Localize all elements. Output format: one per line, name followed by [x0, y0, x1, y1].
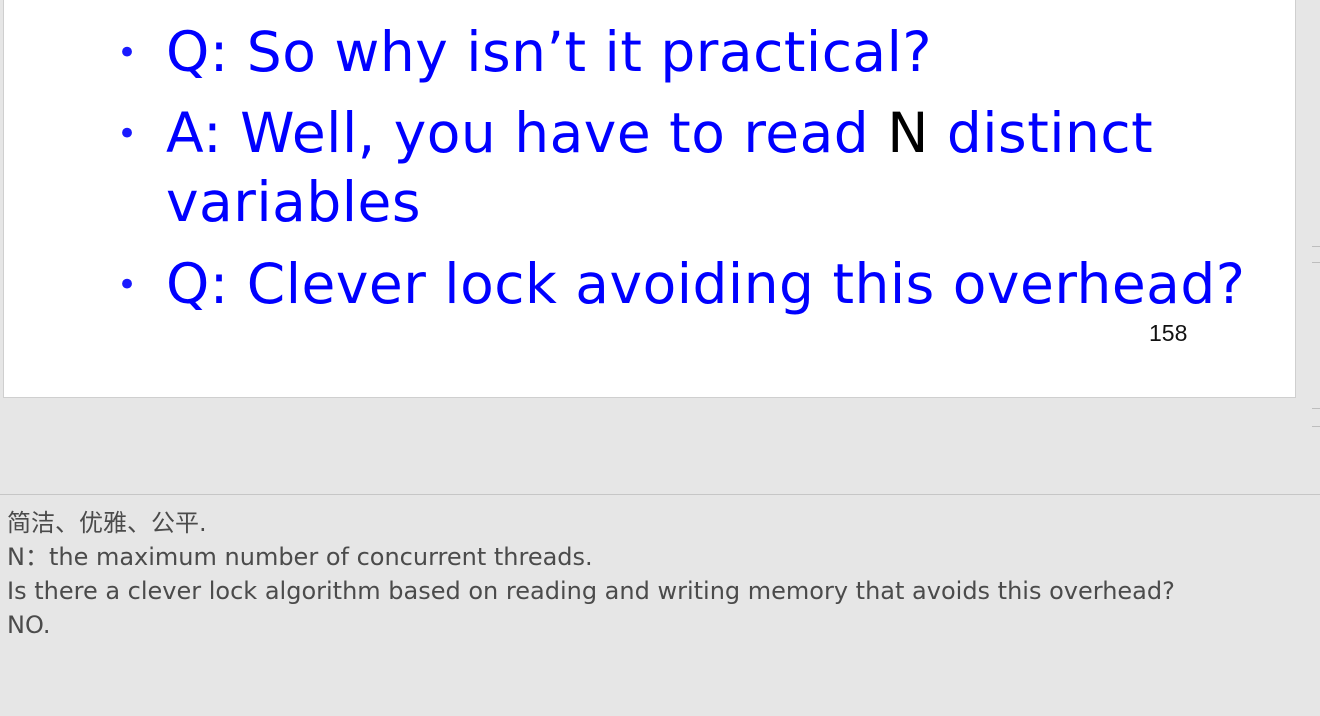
bullet-2-text: A: Well, you have to read N distinct [166, 99, 1153, 167]
bullet-3-text: Q: Clever lock avoiding this overhead? [166, 252, 1246, 316]
scroll-marker [1312, 426, 1320, 427]
bullet-2-suffix: distinct [928, 101, 1154, 165]
scroll-marker [1312, 262, 1320, 263]
notes-line: 简洁、优雅、公平. [7, 509, 207, 537]
notes-pane-splitter[interactable] [0, 494, 1320, 495]
bullet-dot: • [117, 33, 138, 73]
notes-line: NO. [7, 611, 51, 639]
vertical-scrollbar[interactable] [1312, 0, 1320, 460]
bullet-dot: • [117, 265, 138, 305]
notes-line: N：the maximum number of concurrent threa… [7, 543, 593, 571]
speaker-notes-pane[interactable]: 简洁、优雅、公平. N：the maximum number of concur… [7, 506, 1307, 642]
bullet-2-continuation: variables [166, 170, 422, 234]
variable-n: N [887, 101, 929, 165]
slide-canvas[interactable]: • Q: So why isn’t it practical? • A: Wel… [3, 0, 1296, 398]
bullet-2-prefix: A: Well, you have to read [166, 101, 888, 165]
scroll-marker [1312, 408, 1320, 409]
notes-line: Is there a clever lock algorithm based o… [7, 577, 1175, 605]
scroll-marker [1312, 246, 1320, 247]
slide-page-number: 158 [1149, 320, 1188, 346]
bullet-1-text: Q: So why isn’t it practical? [166, 20, 933, 84]
bullet-dot: • [117, 114, 138, 154]
